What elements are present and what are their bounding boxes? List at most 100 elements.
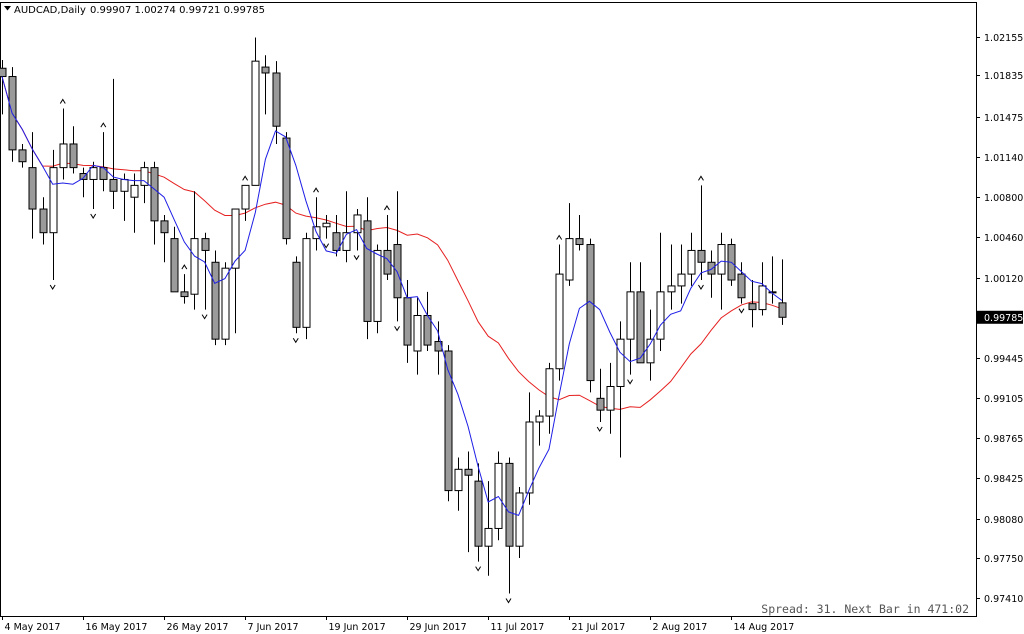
- candle: [120, 173, 129, 221]
- candle: [596, 368, 605, 422]
- candle-body-bear: [586, 244, 595, 382]
- candle: [626, 262, 635, 375]
- candle-body-bull: [89, 167, 98, 180]
- candle-body-bear: [99, 167, 108, 180]
- candle: [69, 126, 78, 174]
- candle: [292, 256, 301, 334]
- fractal-down-icon: [90, 213, 97, 219]
- candle: [18, 143, 27, 168]
- candle-body-bear: [272, 72, 281, 127]
- candle-body-bull: [677, 273, 686, 287]
- candle-body-bear: [69, 143, 78, 169]
- candle: [332, 214, 341, 257]
- candle-body-bear: [261, 66, 270, 74]
- ma-fast-line: [1, 76, 783, 517]
- candle: [677, 244, 686, 304]
- candle: [646, 309, 655, 381]
- candle: [312, 197, 321, 251]
- candle: [373, 244, 382, 334]
- time-tick-label: 14 Aug 2017: [734, 622, 795, 633]
- candle: [39, 197, 48, 245]
- spread-status: Spread: 31. Next Bar in 471:02: [761, 602, 969, 616]
- time-tick-label: 7 Jun 2017: [248, 622, 299, 633]
- candle-body-bull: [535, 415, 544, 423]
- candle: [768, 256, 777, 304]
- time-tick-label: 21 Jul 2017: [572, 622, 626, 633]
- candle: [130, 173, 139, 233]
- candle-body-bull: [555, 273, 564, 370]
- candle: [59, 108, 68, 180]
- candle: [413, 297, 422, 375]
- candle: [423, 291, 432, 351]
- candle-body-bear: [403, 297, 412, 346]
- fractal-up-icon: [242, 175, 249, 181]
- price-tick-label: 0.97750: [984, 554, 1023, 565]
- candle-body-bull: [515, 492, 524, 547]
- candle: [160, 214, 169, 263]
- candle: [778, 259, 787, 325]
- candle-body-bull: [373, 249, 382, 322]
- price-tick-label: 0.97410: [984, 594, 1023, 605]
- candle-body-bull: [59, 143, 68, 169]
- candle-body-bull: [241, 184, 250, 210]
- price-tick-label: 1.01140: [984, 153, 1023, 164]
- time-tick-label: 19 Jun 2017: [329, 622, 386, 633]
- price-tick-label: 1.00460: [984, 233, 1023, 244]
- candle-body-bear: [28, 167, 37, 210]
- candle-body-bear: [363, 220, 372, 322]
- candle: [393, 191, 402, 322]
- candle-body-bear: [160, 220, 169, 234]
- candle-body-bull: [454, 468, 463, 492]
- candle-body-bear: [505, 462, 514, 547]
- candle: [28, 132, 37, 239]
- chart-symbol: AUDCAD,Daily: [14, 5, 86, 16]
- price-tick-label: 1.00800: [984, 193, 1023, 204]
- price-axis: 1.02155 1.01835 1.01475 1.01140 1.00800 1.004…: [976, 33, 1023, 605]
- candle: [241, 184, 250, 221]
- candle-body-bear: [292, 261, 301, 328]
- fractal-down-icon: [292, 337, 299, 344]
- candle-body-bull: [190, 238, 199, 295]
- candle-body-bear: [18, 149, 27, 163]
- price-tick-label: 0.99445: [984, 354, 1023, 365]
- candle-body-bear: [464, 468, 473, 476]
- price-chart[interactable]: 1.02155 1.01835 1.01475 1.01140 1.00800 1.004…: [0, 0, 1024, 634]
- candle-body-bull: [545, 368, 554, 417]
- candle-body-bear: [0, 67, 7, 78]
- ma-fast-layer: [1, 76, 783, 517]
- candle: [201, 232, 210, 310]
- candle: [353, 209, 362, 251]
- candle-body-bull: [667, 285, 676, 293]
- time-tick-label: 29 Jun 2017: [410, 622, 467, 633]
- fractal-up-icon: [59, 98, 66, 104]
- candle-body-bear: [575, 238, 584, 246]
- candle-body-bull: [413, 315, 422, 352]
- candle-body-bull: [717, 244, 726, 275]
- candle: [180, 274, 189, 304]
- fractal-down-icon: [627, 379, 633, 385]
- candle: [717, 232, 726, 310]
- candle: [49, 149, 58, 281]
- candle: [505, 457, 514, 594]
- candle-body-bull: [231, 208, 240, 269]
- candle: [616, 321, 625, 458]
- price-tick-label: 0.98080: [984, 515, 1023, 526]
- candle: [586, 238, 595, 393]
- candle: [748, 280, 757, 328]
- candle: [99, 132, 108, 192]
- fractal-down-icon: [596, 426, 603, 432]
- candle: [737, 262, 746, 304]
- chart-ohlc: 0.99907 1.00274 0.99721 0.99785: [90, 5, 265, 16]
- dropdown-triangle-icon[interactable]: [4, 6, 11, 11]
- candle: [464, 451, 473, 553]
- fractal-down-icon: [505, 598, 512, 604]
- candle: [109, 78, 118, 210]
- candle-body-bear: [778, 302, 787, 318]
- candle-body-bear: [474, 480, 483, 547]
- candle-body-bear: [282, 137, 291, 240]
- fractal-down-icon: [698, 284, 704, 290]
- candle: [261, 55, 270, 115]
- time-axis: 4 May 2017 16 May 2017 26 May 2017 7 Jun 20…: [2, 616, 795, 633]
- price-tick-label: 0.98765: [984, 434, 1023, 445]
- candle: [758, 262, 767, 316]
